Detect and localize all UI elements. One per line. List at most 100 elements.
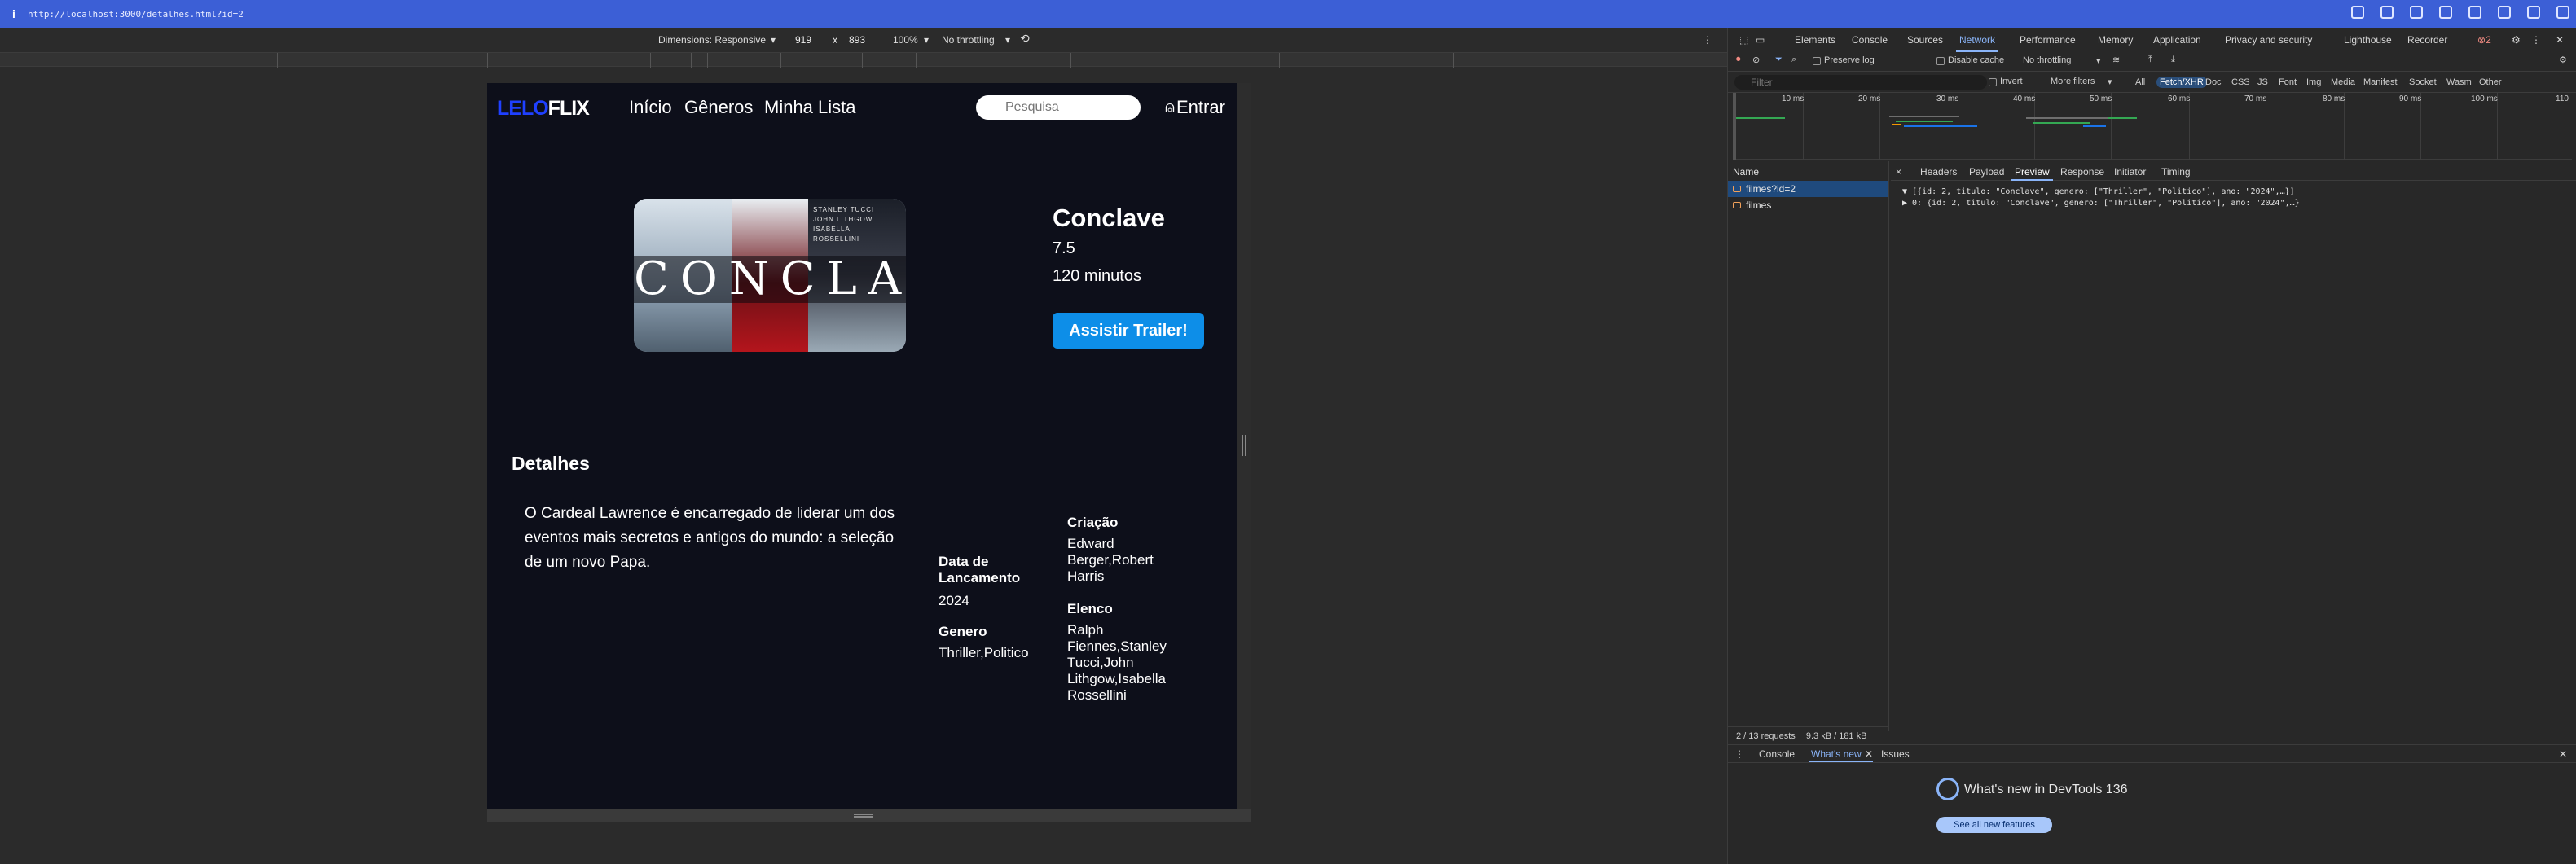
resize-handle-right[interactable] bbox=[1242, 435, 1246, 456]
close-devtools-icon[interactable]: ✕ bbox=[2556, 34, 2564, 46]
filter-type-manifest[interactable]: Manifest bbox=[2360, 77, 2401, 88]
nav-link-minha-lista[interactable]: Minha Lista bbox=[764, 97, 856, 118]
network-throttling-dropdown[interactable]: No throttling bbox=[2023, 55, 2071, 65]
xhr-icon bbox=[1733, 202, 1741, 208]
tab-network[interactable]: Network bbox=[1955, 34, 1999, 52]
dimensions-dropdown[interactable]: Dimensions: Responsive bbox=[658, 34, 766, 46]
tab-initiator[interactable]: Initiator bbox=[2114, 166, 2146, 178]
filter-type-other[interactable]: Other bbox=[2476, 77, 2505, 88]
search-input[interactable] bbox=[976, 95, 1141, 120]
throttling-dropdown[interactable]: No throttling bbox=[942, 34, 995, 46]
creation-label: Criação bbox=[1067, 515, 1119, 530]
network-settings-icon[interactable]: ⚙ bbox=[2559, 55, 2567, 65]
name-column-header[interactable]: Name bbox=[1733, 166, 1759, 178]
json-item-line[interactable]: ▶ 0: {id: 2, titulo: "Conclave", genero:… bbox=[1902, 199, 2300, 208]
height-input[interactable]: 893 bbox=[849, 34, 865, 46]
filter-type-css[interactable]: CSS bbox=[2228, 77, 2253, 88]
network-overview-timeline[interactable]: 10 ms 20 ms 30 ms 40 ms 50 ms 60 ms 70 m… bbox=[1733, 93, 2572, 160]
camera-icon[interactable] bbox=[2410, 6, 2423, 19]
watch-trailer-button[interactable]: Assistir Trailer! bbox=[1053, 313, 1204, 349]
error-count-badge[interactable]: ⊗2 bbox=[2477, 34, 2491, 46]
drawer-menu-icon[interactable]: ⋮ bbox=[1734, 748, 1744, 760]
code-icon[interactable] bbox=[2527, 6, 2540, 19]
settings-icon[interactable]: ⚙ bbox=[2512, 34, 2521, 46]
width-input[interactable]: 919 bbox=[795, 34, 811, 46]
tab-privacy-security[interactable]: Privacy and security bbox=[2225, 34, 2312, 46]
user-icon: ⍝ bbox=[1165, 98, 1175, 116]
tab-application[interactable]: Application bbox=[2153, 34, 2201, 46]
folder-icon[interactable] bbox=[2439, 6, 2452, 19]
nav-link-inicio[interactable]: Início bbox=[629, 97, 672, 118]
see-all-features-button[interactable]: See all new features bbox=[1936, 817, 2052, 833]
times-sign: x bbox=[833, 34, 837, 46]
tab-payload[interactable]: Payload bbox=[1969, 166, 2004, 178]
zoom-dropdown[interactable]: 100% bbox=[893, 34, 918, 46]
clear-icon[interactable]: ⊘ bbox=[1752, 55, 1760, 65]
media-query-ruler[interactable] bbox=[0, 52, 1727, 68]
upload-icon[interactable]: ⤒ bbox=[2148, 55, 2152, 65]
tab-response[interactable]: Response bbox=[2060, 166, 2104, 178]
more-options-icon[interactable]: ⋮ bbox=[1703, 34, 1712, 46]
filter-input[interactable] bbox=[1734, 75, 1987, 90]
invert-checkbox[interactable] bbox=[1989, 78, 1997, 86]
wifi-icon[interactable]: ≋ bbox=[2112, 55, 2120, 65]
inspect-icon[interactable]: ⬚ bbox=[1739, 34, 1748, 46]
close-drawer-icon[interactable]: ✕ bbox=[2559, 748, 2567, 760]
tab-timing[interactable]: Timing bbox=[2161, 166, 2191, 178]
url-text[interactable]: http://localhost:3000/detalhes.html?id=2 bbox=[28, 9, 244, 20]
filter-type-js[interactable]: JS bbox=[2254, 77, 2271, 88]
tab-headers[interactable]: Headers bbox=[1920, 166, 1957, 178]
record-icon[interactable]: ⏺ bbox=[1736, 55, 1741, 65]
tab-performance[interactable]: Performance bbox=[2020, 34, 2076, 46]
rotate-icon[interactable]: ⟲ bbox=[1020, 32, 1030, 46]
request-row[interactable]: filmes?id=2 bbox=[1728, 181, 1888, 197]
filter-type-fetch-xhr[interactable]: Fetch/XHR bbox=[2156, 77, 2207, 88]
request-row[interactable]: filmes bbox=[1728, 197, 1888, 213]
request-list: Name filmes?id=2 filmes bbox=[1728, 161, 1889, 731]
preserve-log-checkbox[interactable] bbox=[1813, 57, 1821, 65]
address-bar[interactable]: i http://localhost:3000/detalhes.html?id… bbox=[0, 0, 2576, 28]
more-filters-dropdown[interactable]: More filters bbox=[2051, 77, 2095, 86]
filter-type-media[interactable]: Media bbox=[2328, 77, 2358, 88]
disable-cache-checkbox[interactable] bbox=[1936, 57, 1945, 65]
drawer-tab-whats-new[interactable]: What's new bbox=[1809, 748, 1873, 762]
tab-console[interactable]: Console bbox=[1852, 34, 1888, 46]
more-options-icon[interactable]: ⋮ bbox=[2531, 34, 2541, 46]
tab-lighthouse[interactable]: Lighthouse bbox=[2344, 34, 2392, 46]
tab-elements[interactable]: Elements bbox=[1795, 34, 1835, 46]
nav-link-generos[interactable]: Gêneros bbox=[684, 97, 753, 118]
site-logo[interactable]: LELOFLIX bbox=[497, 97, 590, 121]
timeline-selection-handle[interactable] bbox=[1733, 93, 1736, 160]
timeline-bar bbox=[2026, 117, 2108, 119]
screenshot-icon[interactable] bbox=[2380, 6, 2394, 19]
filter-type-socket[interactable]: Socket bbox=[2406, 77, 2440, 88]
close-icon[interactable]: × bbox=[1896, 166, 1901, 178]
filter-type-img[interactable]: Img bbox=[2303, 77, 2324, 88]
info-icon[interactable]: i bbox=[0, 7, 28, 20]
drawer-tab-issues[interactable]: Issues bbox=[1881, 748, 1910, 760]
filter-type-wasm[interactable]: Wasm bbox=[2443, 77, 2475, 88]
tab-memory[interactable]: Memory bbox=[2098, 34, 2133, 46]
device-toggle-icon[interactable]: ▭ bbox=[1756, 34, 1765, 46]
resize-handle-bottom[interactable] bbox=[854, 814, 873, 818]
json-root-line[interactable]: ▼ [{id: 2, titulo: "Conclave", genero: [… bbox=[1902, 187, 2295, 196]
devtools-tabbar: ⬚ ▭ Elements Console Sources Network Per… bbox=[1728, 28, 2576, 52]
sidebar-icon[interactable] bbox=[2556, 6, 2569, 19]
download-icon[interactable]: ⤓ bbox=[2171, 55, 2175, 65]
search-icon[interactable]: ⌕ bbox=[1791, 55, 1796, 65]
target-icon[interactable] bbox=[2498, 6, 2511, 19]
drawer-tab-console[interactable]: Console bbox=[1759, 748, 1795, 760]
filter-type-font[interactable]: Font bbox=[2275, 77, 2300, 88]
filter-type-all[interactable]: All bbox=[2132, 77, 2148, 88]
close-tab-icon[interactable]: ✕ bbox=[1865, 748, 1873, 760]
tab-sources[interactable]: Sources bbox=[1907, 34, 1943, 46]
login-button[interactable]: ⍝ Entrar bbox=[1165, 97, 1225, 118]
extension-icon[interactable] bbox=[2468, 6, 2481, 19]
link-icon[interactable] bbox=[2351, 6, 2364, 19]
filter-type-doc[interactable]: Doc bbox=[2202, 77, 2225, 88]
tab-recorder[interactable]: Recorder bbox=[2407, 34, 2447, 46]
emulated-page: LELOFLIX Início Gêneros Minha Lista ⍝ En… bbox=[487, 83, 1251, 812]
login-label: Entrar bbox=[1176, 97, 1225, 117]
filter-icon[interactable]: ⏷ bbox=[1775, 55, 1783, 65]
tab-preview[interactable]: Preview bbox=[2011, 166, 2053, 181]
